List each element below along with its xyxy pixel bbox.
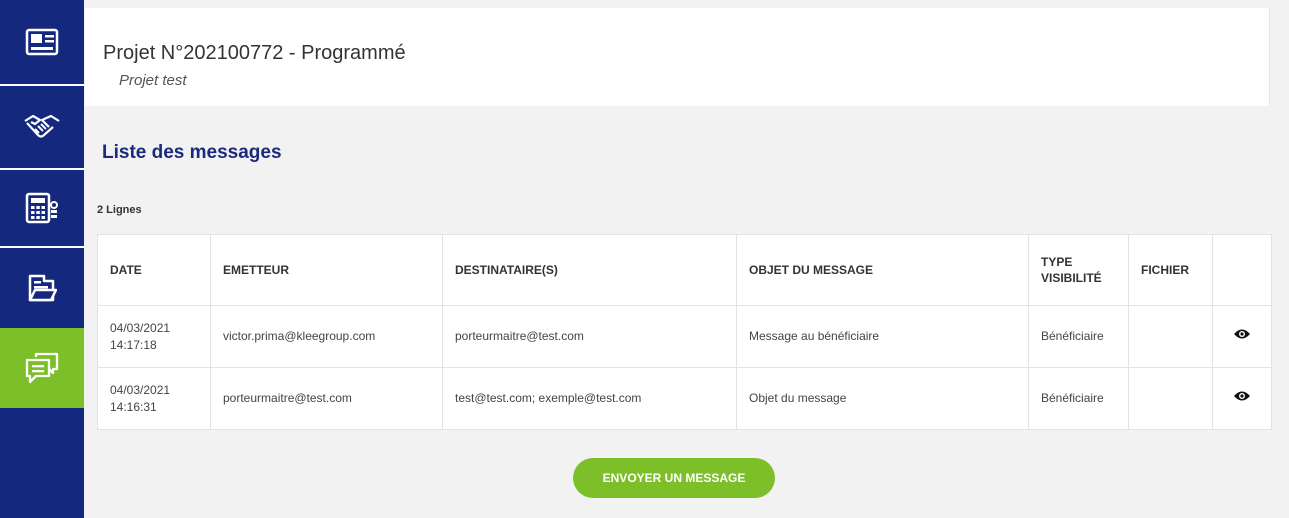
table-row[interactable]: 04/03/2021 14:16:31 porteurmaitre@test.c… [97, 367, 1272, 430]
file-cell [1128, 367, 1213, 430]
sidebar-item-project-card[interactable] [0, 0, 84, 86]
project-header: Projet N°202100772 - Programmé Projet te… [85, 8, 1270, 106]
visibility-cell: Bénéficiaire [1028, 367, 1129, 430]
subject-cell: Message au bénéficiaire [736, 305, 1029, 368]
send-message-button[interactable]: ENVOYER UN MESSAGE [573, 458, 775, 498]
messages-icon [25, 352, 59, 384]
file-cell [1128, 305, 1213, 368]
table-row[interactable]: 04/03/2021 14:17:18 victor.prima@kleegro… [97, 305, 1272, 368]
action-cell [1212, 367, 1272, 430]
column-header-visibility[interactable]: TYPE VISIBILITÉ [1028, 234, 1129, 306]
project-subtitle: Projet test [119, 72, 187, 89]
app-window: Projet N°202100772 - Programmé Projet te… [0, 0, 1289, 518]
time-value: 14:17:18 [110, 337, 157, 352]
date-cell: 04/03/2021 14:16:31 [97, 367, 211, 430]
sender-cell: victor.prima@kleegroup.com [210, 305, 443, 368]
action-cell [1212, 305, 1272, 368]
recipients-cell: porteurmaitre@test.com [442, 305, 737, 368]
eye-icon [1234, 391, 1250, 401]
section-title: Liste des messages [102, 142, 282, 163]
id-card-icon [25, 28, 59, 56]
sender-cell: porteurmaitre@test.com [210, 367, 443, 430]
sidebar-item-documents[interactable] [0, 248, 84, 328]
folder-icon [28, 274, 57, 302]
row-count: 2 Lignes [97, 204, 142, 216]
handshake-icon [24, 114, 60, 138]
column-header-recipients[interactable]: DESTINATAIRE(S) [442, 234, 737, 306]
date-value: 04/03/2021 [110, 382, 171, 397]
sidebar-item-budget[interactable] [0, 170, 84, 248]
sidebar-item-partners[interactable] [0, 86, 84, 170]
visibility-cell: Bénéficiaire [1028, 305, 1129, 368]
main-content: Projet N°202100772 - Programmé Projet te… [84, 0, 1289, 518]
time-value: 14:16:31 [110, 399, 157, 414]
eye-icon [1234, 329, 1250, 339]
project-title: Projet N°202100772 - Programmé [103, 42, 406, 64]
messages-table: DATE EMETTEUR DESTINATAIRE(S) OBJET DU M… [97, 234, 1272, 430]
subject-cell: Objet du message [736, 367, 1029, 430]
column-header-subject[interactable]: OBJET DU MESSAGE [736, 234, 1029, 306]
calculator-icon [25, 192, 58, 224]
column-header-sender[interactable]: EMETTEUR [210, 234, 443, 306]
messages-table-container: DATE EMETTEUR DESTINATAIRE(S) OBJET DU M… [97, 234, 1272, 430]
view-message-button[interactable] [1233, 390, 1251, 407]
sidebar [0, 0, 84, 518]
sidebar-item-messages[interactable] [0, 328, 84, 408]
recipients-cell: test@test.com; exemple@test.com [442, 367, 737, 430]
date-value: 04/03/2021 [110, 320, 171, 335]
view-message-button[interactable] [1233, 328, 1251, 345]
date-cell: 04/03/2021 14:17:18 [97, 305, 211, 368]
column-header-date[interactable]: DATE [97, 234, 211, 306]
column-header-actions [1212, 234, 1272, 306]
table-header-row: DATE EMETTEUR DESTINATAIRE(S) OBJET DU M… [97, 234, 1272, 306]
column-header-file[interactable]: FICHIER [1128, 234, 1213, 306]
